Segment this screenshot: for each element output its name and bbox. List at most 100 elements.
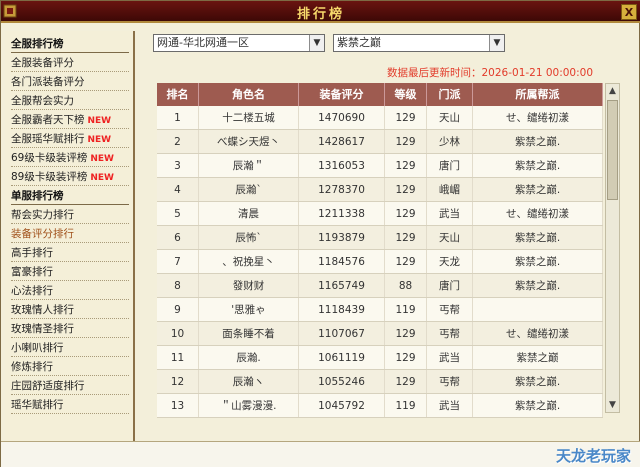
guild-select[interactable]: 紫禁之巅 ▼ <box>333 34 505 52</box>
sidebar-item-label: 富豪排行 <box>11 266 53 278</box>
cell-level: 129 <box>385 226 427 249</box>
table-row[interactable]: 3 辰瀚＂ 1316053 129 唐门 紫禁之巅. <box>157 154 603 178</box>
sidebar-item[interactable]: 69级卡级装评榜 NEW <box>11 149 129 167</box>
watermark: 天龙老玩家 <box>555 447 631 465</box>
table-row[interactable]: 5 清晨 1211338 129 武当 せ、缱绻初漾 <box>157 202 603 226</box>
table-row[interactable]: 12 辰瀚ヽ 1055246 129 丐帮 紫禁之巅. <box>157 370 603 394</box>
table-row[interactable]: 4 辰瀚` 1278370 129 峨嵋 紫禁之巅. <box>157 178 603 202</box>
cell-sect: 丐帮 <box>427 322 473 345</box>
cell-rank: 11 <box>157 346 199 369</box>
col-header-name[interactable]: 角色名 <box>199 83 299 106</box>
cell-level: 129 <box>385 130 427 153</box>
sidebar-item[interactable]: 庄园舒适度排行 <box>11 377 129 395</box>
sidebar-item[interactable]: 全服帮会实力 <box>11 92 129 110</box>
update-time-text: 数据最后更新时间：2026-01-21 00:00:00 <box>387 67 594 79</box>
close-button[interactable]: X <box>621 4 637 20</box>
cell-sect: 天山 <box>427 226 473 249</box>
cell-sect: 峨嵋 <box>427 178 473 201</box>
sidebar-item[interactable]: 装备评分排行 <box>11 225 129 243</box>
cell-guild: 紫禁之巅. <box>473 370 603 393</box>
table-row[interactable]: 11 辰瀚. 1061119 129 武当 紫禁之巅 <box>157 346 603 370</box>
cell-name: 辰瀚. <box>199 346 299 369</box>
cell-name: '思雅ゃ <box>199 298 299 321</box>
cell-name: ＂山雾漫漫. <box>199 394 299 417</box>
cell-rank: 13 <box>157 394 199 417</box>
sidebar-item-label: 全服装备评分 <box>11 57 74 69</box>
table-row[interactable]: 8 發财财 1165749 88 唐门 紫禁之巅. <box>157 274 603 298</box>
sidebar-item-label: 全服帮会实力 <box>11 95 74 107</box>
chevron-down-icon: ▼ <box>309 35 324 51</box>
cell-guild <box>473 298 603 321</box>
col-header-score[interactable]: 装备评分 <box>299 83 385 106</box>
cell-rank: 1 <box>157 106 199 129</box>
cell-score: 1184576 <box>299 250 385 273</box>
table-row[interactable]: 2 べ蝶シ天煜丶 1428617 129 少林 紫禁之巅. <box>157 130 603 154</box>
cell-sect: 天龙 <box>427 250 473 273</box>
sidebar-item[interactable]: 89级卡级装评榜 NEW <box>11 168 129 186</box>
sidebar-item-label: 帮会实力排行 <box>11 209 74 221</box>
sidebar-item-label: 玫瑰情圣排行 <box>11 323 74 335</box>
cell-rank: 7 <box>157 250 199 273</box>
server-select[interactable]: 网通-华北网通一区 ▼ <box>153 34 325 52</box>
table-row[interactable]: 13 ＂山雾漫漫. 1045792 119 武当 紫禁之巅. <box>157 394 603 418</box>
cell-level: 119 <box>385 298 427 321</box>
table-row[interactable]: 9 '思雅ゃ 1118439 119 丐帮 <box>157 298 603 322</box>
cell-name: 、祝挽星丶 <box>199 250 299 273</box>
cell-score: 1428617 <box>299 130 385 153</box>
sidebar-item-label: 小喇叭排行 <box>11 342 64 354</box>
sidebar-item-label: 全服霸者天下榜 <box>11 114 85 126</box>
bottom-bar: 天龙老玩家 <box>1 441 640 467</box>
cell-name: 辰瀚ヽ <box>199 370 299 393</box>
cell-name: 面条睡不着 <box>199 322 299 345</box>
cell-score: 1061119 <box>299 346 385 369</box>
table-row[interactable]: 1 十二楼五城 1470690 129 天山 せ、缱绻初漾 <box>157 106 603 130</box>
cell-score: 1316053 <box>299 154 385 177</box>
col-header-sect[interactable]: 门派 <box>427 83 473 106</box>
sidebar-item[interactable]: 修炼排行 <box>11 358 129 376</box>
ranking-window: 排行榜 X 全服排行榜 全服装备评分 各门派装备评分 全服帮会实力 全服霸者天下榜 NEW… <box>0 0 640 467</box>
sidebar-item[interactable]: 心法排行 <box>11 282 129 300</box>
sidebar-item[interactable]: 全服瑶华赋排行 NEW <box>11 130 129 148</box>
scroll-down-icon[interactable]: ▼ <box>606 398 619 412</box>
sidebar-item[interactable]: 全服装备评分 <box>11 54 129 72</box>
cell-score: 1278370 <box>299 178 385 201</box>
sidebar-item[interactable]: 帮会实力排行 <box>11 206 129 224</box>
sidebar-item[interactable]: 高手排行 <box>11 244 129 262</box>
table-row[interactable]: 7 、祝挽星丶 1184576 129 天龙 紫禁之巅. <box>157 250 603 274</box>
cell-guild: 紫禁之巅. <box>473 178 603 201</box>
sidebar-item-label: 高手排行 <box>11 247 53 259</box>
sidebar-item[interactable]: 富豪排行 <box>11 263 129 281</box>
cell-score: 1165749 <box>299 274 385 297</box>
table-row[interactable]: 10 面条睡不着 1107067 129 丐帮 せ、缱绻初漾 <box>157 322 603 346</box>
cell-sect: 武当 <box>427 346 473 369</box>
table-header: 排名 角色名 装备评分 等级 门派 所属帮派 <box>157 83 603 106</box>
scroll-up-icon[interactable]: ▲ <box>606 84 619 98</box>
col-header-level[interactable]: 等级 <box>385 83 427 106</box>
cell-guild: 紫禁之巅 <box>473 346 603 369</box>
sidebar-item[interactable]: 玫瑰情人排行 <box>11 301 129 319</box>
cell-score: 1470690 <box>299 106 385 129</box>
table-row[interactable]: 6 辰怖` 1193879 129 天山 紫禁之巅. <box>157 226 603 250</box>
ranking-table: 排名 角色名 装备评分 等级 门派 所属帮派 1 十二楼五城 1470690 129 天… <box>157 83 603 418</box>
sidebar-section-header: 全服排行榜 <box>11 35 129 53</box>
sidebar-item[interactable]: 瑶华赋排行 <box>11 396 129 414</box>
sidebar-item-label: 装备评分排行 <box>11 228 74 240</box>
cell-rank: 5 <box>157 202 199 225</box>
scroll-thumb[interactable] <box>607 100 618 200</box>
sidebar-item[interactable]: 小喇叭排行 <box>11 339 129 357</box>
sidebar-item[interactable]: 全服霸者天下榜 NEW <box>11 111 129 129</box>
cell-sect: 少林 <box>427 130 473 153</box>
sidebar-item[interactable]: 各门派装备评分 <box>11 73 129 91</box>
cell-name: 辰瀚` <box>199 178 299 201</box>
chevron-down-icon: ▼ <box>489 35 504 51</box>
table-scrollbar[interactable]: ▲ ▼ <box>605 83 620 413</box>
cell-score: 1118439 <box>299 298 385 321</box>
cell-rank: 2 <box>157 130 199 153</box>
sidebar-item-label: 89级卡级装评榜 <box>11 171 88 183</box>
col-header-guild[interactable]: 所属帮派 <box>473 83 603 106</box>
sidebar-item[interactable]: 玫瑰情圣排行 <box>11 320 129 338</box>
sidebar-item-label: 庄园舒适度排行 <box>11 380 85 392</box>
new-badge: NEW <box>90 173 114 183</box>
col-header-rank[interactable]: 排名 <box>157 83 199 106</box>
title-bar[interactable]: 排行榜 X <box>1 1 640 23</box>
